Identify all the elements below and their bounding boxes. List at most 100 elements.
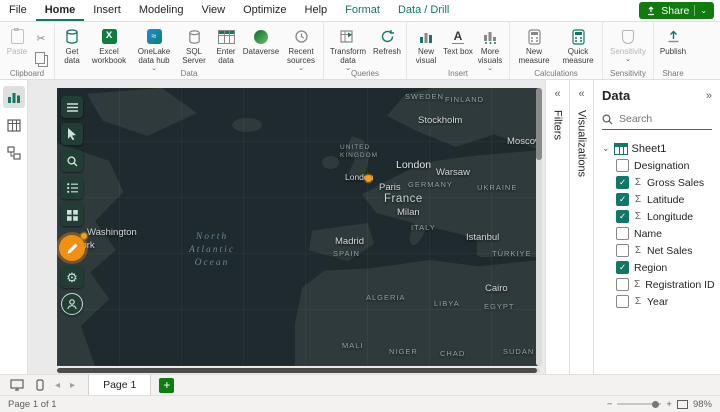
field-row-gross-sales[interactable]: ✓ Σ Gross Sales: [602, 174, 712, 191]
field-row-region[interactable]: ✓ Region: [602, 259, 712, 276]
get-data-button[interactable]: Get data: [57, 25, 87, 66]
country-label: ALGERIA: [366, 293, 406, 302]
paste-button[interactable]: Paste: [2, 25, 32, 57]
share-dropdown-icon[interactable]: ⌄: [700, 6, 707, 15]
checkbox-checked[interactable]: ✓: [616, 176, 629, 189]
vertical-scrollbar-thumb[interactable]: [536, 88, 542, 160]
table-row-sheet1[interactable]: ⌄ Sheet1: [602, 140, 712, 157]
tab-home[interactable]: Home: [36, 0, 85, 21]
map-basemap-button[interactable]: [61, 204, 83, 226]
sensitivity-button[interactable]: Sensitivity ⌄: [605, 25, 651, 62]
table-view-button[interactable]: [3, 114, 25, 136]
tab-format[interactable]: Format: [336, 0, 389, 21]
checkbox-unchecked[interactable]: [616, 244, 629, 257]
checkbox-unchecked[interactable]: [616, 295, 629, 308]
field-row-longitude[interactable]: ✓ Σ Longitude: [602, 208, 712, 225]
enter-data-button[interactable]: Enter data: [211, 25, 241, 66]
field-row-name[interactable]: Name: [602, 225, 712, 242]
zoom-slider[interactable]: [617, 403, 661, 405]
sql-server-button[interactable]: SQL Server: [177, 25, 211, 66]
checkbox-unchecked[interactable]: [616, 159, 629, 172]
field-row-latitude[interactable]: ✓ Σ Latitude: [602, 191, 712, 208]
checkbox-checked[interactable]: ✓: [616, 261, 629, 274]
ribbon-group-data: Get data X Excel workbook ≈ OneLake data…: [55, 22, 324, 79]
filters-pane-title[interactable]: Filters: [552, 110, 564, 140]
page-navigation-bar: ◂ ▸ Page 1 +: [0, 374, 720, 395]
page-tab-active[interactable]: Page 1: [88, 375, 151, 396]
map-menu-button[interactable]: [61, 96, 83, 118]
zoom-controls: − + 98%: [607, 399, 712, 410]
cursor-icon: [67, 128, 78, 140]
tab-modeling[interactable]: Modeling: [130, 0, 193, 21]
grid-icon: [67, 210, 78, 221]
checkbox-checked[interactable]: ✓: [616, 210, 629, 223]
field-row-net-sales[interactable]: Σ Net Sales: [602, 242, 712, 259]
map-edit-button-active[interactable]: [59, 235, 85, 261]
tab-file[interactable]: File: [0, 0, 36, 21]
onelake-data-hub-button[interactable]: ≈ OneLake data hub ⌄: [131, 25, 177, 71]
zoom-out-icon[interactable]: −: [607, 399, 613, 410]
checkbox-checked[interactable]: ✓: [616, 193, 629, 206]
report-view-button[interactable]: [3, 86, 25, 108]
map-account-button[interactable]: [61, 293, 83, 315]
checkbox-unchecked[interactable]: [616, 278, 629, 291]
dataverse-button[interactable]: Dataverse: [241, 25, 281, 57]
more-visuals-button[interactable]: More visuals ⌄: [473, 25, 507, 71]
tab-data-drill[interactable]: Data / Drill: [389, 0, 458, 21]
new-measure-button[interactable]: New measure: [512, 25, 556, 66]
transform-data-button[interactable]: Transform data ⌄: [326, 25, 370, 71]
tab-optimize[interactable]: Optimize: [234, 0, 295, 21]
search-input[interactable]: [617, 112, 706, 126]
text-box-button[interactable]: A Text box: [443, 25, 473, 57]
prev-page-button[interactable]: ◂: [50, 380, 65, 391]
map-settings-button[interactable]: ⚙: [61, 266, 83, 288]
vertical-scrollbar[interactable]: [536, 88, 542, 366]
zoom-slider-thumb[interactable]: [652, 401, 659, 408]
map-layers-list-button[interactable]: [61, 177, 83, 199]
mobile-layout-button[interactable]: [30, 379, 50, 391]
excel-workbook-button[interactable]: X Excel workbook: [87, 25, 131, 66]
ribbon-group-calculations: New measure Quick measure Calculations: [510, 22, 603, 79]
transform-data-icon: [340, 27, 356, 46]
data-pane: Data » ⌄ Sheet1 Designation ✓ Σ Gross Sa…: [593, 80, 720, 374]
field-search[interactable]: [602, 109, 712, 130]
quick-measure-button[interactable]: Quick measure: [556, 25, 600, 66]
desktop-layout-button[interactable]: [0, 379, 30, 391]
share-button[interactable]: Share ⌄: [639, 2, 714, 19]
zoom-in-icon[interactable]: +: [666, 399, 672, 410]
horizontal-scrollbar-thumb[interactable]: [57, 368, 537, 373]
sigma-icon: Σ: [634, 177, 642, 188]
map-select-button[interactable]: [61, 123, 83, 145]
next-page-button[interactable]: ▸: [65, 380, 80, 391]
collapse-data-pane-icon[interactable]: »: [706, 90, 712, 102]
refresh-button[interactable]: Refresh: [370, 25, 404, 57]
recent-sources-button[interactable]: Recent sources ⌄: [281, 25, 321, 71]
chevron-down-icon[interactable]: ⌄: [602, 143, 610, 154]
tab-help[interactable]: Help: [296, 0, 337, 21]
new-visual-button[interactable]: New visual: [409, 25, 443, 66]
publish-button[interactable]: Publish: [656, 25, 690, 57]
tab-insert[interactable]: Insert: [84, 0, 130, 21]
expand-filters-icon[interactable]: «: [554, 88, 560, 100]
field-row-year[interactable]: Σ Year: [602, 293, 712, 310]
horizontal-scrollbar[interactable]: [57, 368, 540, 373]
expand-visualizations-icon[interactable]: «: [578, 88, 584, 100]
table-name[interactable]: Sheet1: [632, 143, 667, 155]
model-view-button[interactable]: [3, 142, 25, 164]
checkbox-unchecked[interactable]: [616, 227, 629, 240]
tab-view[interactable]: View: [192, 0, 234, 21]
data-point-london[interactable]: [365, 175, 372, 182]
visualizations-pane-title[interactable]: Visualizations: [576, 110, 588, 177]
fit-to-page-icon[interactable]: [677, 400, 688, 409]
add-page-button[interactable]: +: [159, 378, 174, 393]
report-canvas[interactable]: North Atlantic Ocean SWEDEN FINLAND UNIT…: [28, 80, 545, 374]
cut-button[interactable]: ✂: [33, 31, 49, 45]
copy-button[interactable]: [33, 52, 49, 66]
field-row-designation[interactable]: Designation: [602, 157, 712, 174]
sigma-icon: Σ: [634, 211, 642, 222]
ocean-label: North Atlantic Ocean: [162, 231, 262, 270]
group-label-queries: Queries: [324, 69, 406, 78]
map-search-button[interactable]: [61, 150, 83, 172]
field-row-registration-id[interactable]: Σ Registration ID: [602, 276, 712, 293]
map-visual[interactable]: North Atlantic Ocean SWEDEN FINLAND UNIT…: [57, 88, 540, 366]
